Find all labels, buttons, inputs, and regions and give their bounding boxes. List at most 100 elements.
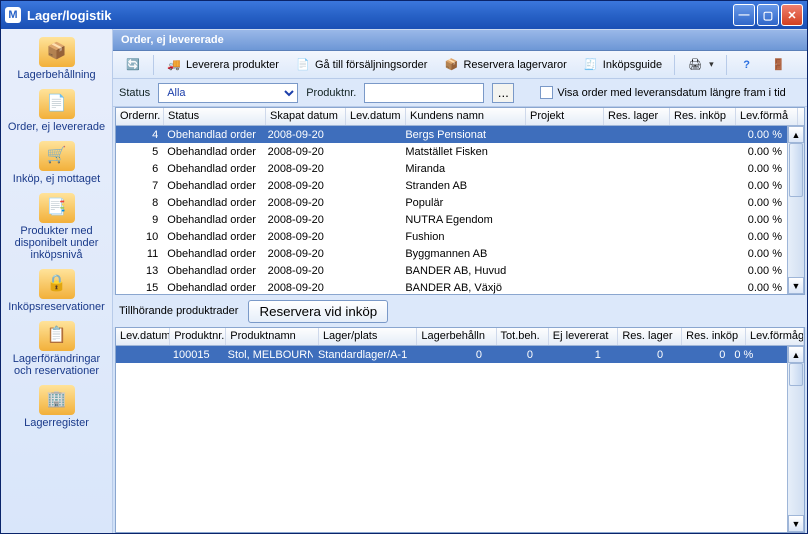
table-cell: 0.00 % [726,128,787,142]
scroll-track[interactable] [788,143,804,277]
filter-bar: Status Alla Produktnr. ... Visa order me… [113,79,807,107]
status-label: Status [119,87,150,99]
close-button[interactable]: ✕ [781,4,803,26]
scroll-down-icon[interactable]: ▼ [788,515,804,532]
sidebar-item[interactable]: 📄Order, ej levererade [7,87,107,137]
goto-salesorder-button[interactable]: 📄 Gå till försäljningsorder [289,55,434,75]
show-future-checkbox[interactable]: Visa order med leveransdatum längre fram… [540,86,785,99]
exit-button[interactable]: 🚪 [765,55,793,75]
table-cell: Obehandlad order [163,196,263,210]
browse-button[interactable]: ... [492,83,514,103]
sidebar-item-icon: 🔒 [39,269,75,299]
refresh-button[interactable]: 🔄 [119,55,147,75]
column-header[interactable]: Kundens namn [406,108,526,125]
table-row[interactable]: 4Obehandlad order2008-09-20Bergs Pension… [116,126,787,143]
table-row[interactable]: 7Obehandlad order2008-09-20Stranden AB0.… [116,177,787,194]
column-header[interactable]: Lev.förmå [736,108,798,125]
table-cell: 2008-09-20 [264,196,343,210]
reserve-label: Reservera lagervaror [463,59,566,71]
table-cell: 0.00 % [726,213,787,227]
window-title: Lager/logistik [27,8,733,23]
maximize-button[interactable]: ▢ [757,4,779,26]
table-cell: 11 [116,247,163,261]
column-header[interactable]: Res. lager [618,328,682,345]
minimize-button[interactable]: — [733,4,755,26]
column-header[interactable]: Status [164,108,266,125]
column-header[interactable]: Res. inköp [682,328,746,345]
table-cell: 8 [116,196,163,210]
goto-label: Gå till försäljningsorder [315,59,428,71]
status-select[interactable]: Alla [158,83,298,103]
table-row[interactable]: 8Obehandlad order2008-09-20Populär0.00 % [116,194,787,211]
prodnr-input[interactable] [364,83,484,103]
sidebar-item[interactable]: 🔒Inköpsreservationer [7,267,107,317]
table-row[interactable]: 11Obehandlad order2008-09-20Byggmannen A… [116,245,787,262]
truck-icon: 🚚 [166,57,182,73]
product-lines-grid[interactable]: Lev.datumProduktnr.ProduktnamnLager/plat… [115,327,805,533]
table-cell: Obehandlad order [163,162,263,176]
orders-grid[interactable]: Ordernr.StatusSkapat datumLev.datumKunde… [115,107,805,295]
column-header[interactable]: Projekt [526,108,604,125]
table-row[interactable]: 9Obehandlad order2008-09-20NUTRA Egendom… [116,211,787,228]
scroll-up-icon[interactable]: ▲ [788,346,804,363]
scroll-thumb[interactable] [789,143,803,197]
orders-grid-body[interactable]: 4Obehandlad order2008-09-20Bergs Pension… [116,126,787,294]
column-header[interactable]: Res. lager [604,108,670,125]
scroll-up-icon[interactable]: ▲ [788,126,804,143]
titlebar[interactable]: M Lager/logistik — ▢ ✕ [1,1,807,29]
purchase-guide-button[interactable]: 🧾 Inköpsguide [577,55,668,75]
reserve-on-purchase-button[interactable]: Reservera vid inköp [248,300,388,323]
column-header[interactable]: Tot.beh. [497,328,549,345]
column-header[interactable]: Lager/plats [319,328,417,345]
deliver-products-button[interactable]: 🚚 Leverera produkter [160,55,285,75]
table-cell: Obehandlad order [163,179,263,193]
table-cell: 4 [116,128,163,142]
product-lines-scrollbar[interactable]: ▲ ▼ [787,346,804,532]
table-row[interactable]: 6Obehandlad order2008-09-20Miranda0.00 % [116,160,787,177]
table-row[interactable]: 15Obehandlad order2008-09-20BANDER AB, V… [116,279,787,294]
app-icon: M [5,7,21,23]
table-row[interactable]: 100015Stol, MELBOURNStandardlager/A-1001… [116,346,787,363]
column-header[interactable]: Produktnr. [170,328,226,345]
scroll-track[interactable] [788,363,804,515]
product-lines-grid-header[interactable]: Lev.datumProduktnr.ProduktnamnLager/plat… [116,328,804,346]
sidebar-item[interactable]: 🛒Inköp, ej mottaget [7,139,107,189]
table-row[interactable]: 10Obehandlad order2008-09-20Fushion0.00 … [116,228,787,245]
column-header[interactable]: Lev.datum [346,108,406,125]
table-row[interactable]: 5Obehandlad order2008-09-20Matstället Fi… [116,143,787,160]
orders-scrollbar[interactable]: ▲ ▼ [787,126,804,294]
table-cell [596,185,661,187]
column-header[interactable]: Res. inköp [670,108,736,125]
table-cell: 5 [116,145,163,159]
table-cell [342,151,401,153]
table-row[interactable]: 13Obehandlad order2008-09-20BANDER AB, H… [116,262,787,279]
sidebar-item[interactable]: 🏢Lagerregister [7,383,107,433]
column-header[interactable]: Lagerbehålln [417,328,496,345]
sidebar-item[interactable]: 📦Lagerbehållning [7,35,107,85]
table-cell: BANDER AB, Växjö [401,281,519,295]
help-button[interactable]: ? [733,55,761,75]
product-lines-grid-body[interactable]: 100015Stol, MELBOURNStandardlager/A-1001… [116,346,787,532]
column-header[interactable]: Ordernr. [116,108,164,125]
table-cell: 100015 [169,348,224,362]
column-header[interactable]: Skapat datum [266,108,346,125]
reserve-stock-button[interactable]: 📦 Reservera lagervaror [437,55,572,75]
checkbox-icon[interactable] [540,86,553,99]
table-cell: Byggmannen AB [401,247,519,261]
table-cell [661,134,726,136]
print-button[interactable]: 🖨 ▾ [681,55,720,75]
scroll-down-icon[interactable]: ▼ [788,277,804,294]
sidebar-item-label: Order, ej levererade [7,121,107,133]
document-icon: 📄 [295,57,311,73]
scroll-thumb[interactable] [789,363,803,386]
table-cell [342,236,401,238]
column-header[interactable]: Produktnamn [226,328,319,345]
sidebar-item[interactable]: 📑Produkter med disponibelt under inköpsn… [7,191,107,265]
sidebar-item[interactable]: 📋Lagerförändringar och reservationer [7,319,107,381]
column-header[interactable]: Lev.datum [116,328,170,345]
column-header[interactable]: Lev.förmåga [746,328,804,345]
orders-grid-header[interactable]: Ordernr.StatusSkapat datumLev.datumKunde… [116,108,804,126]
column-header[interactable]: Ej levererat [549,328,619,345]
table-cell [661,253,726,255]
table-cell [519,270,596,272]
